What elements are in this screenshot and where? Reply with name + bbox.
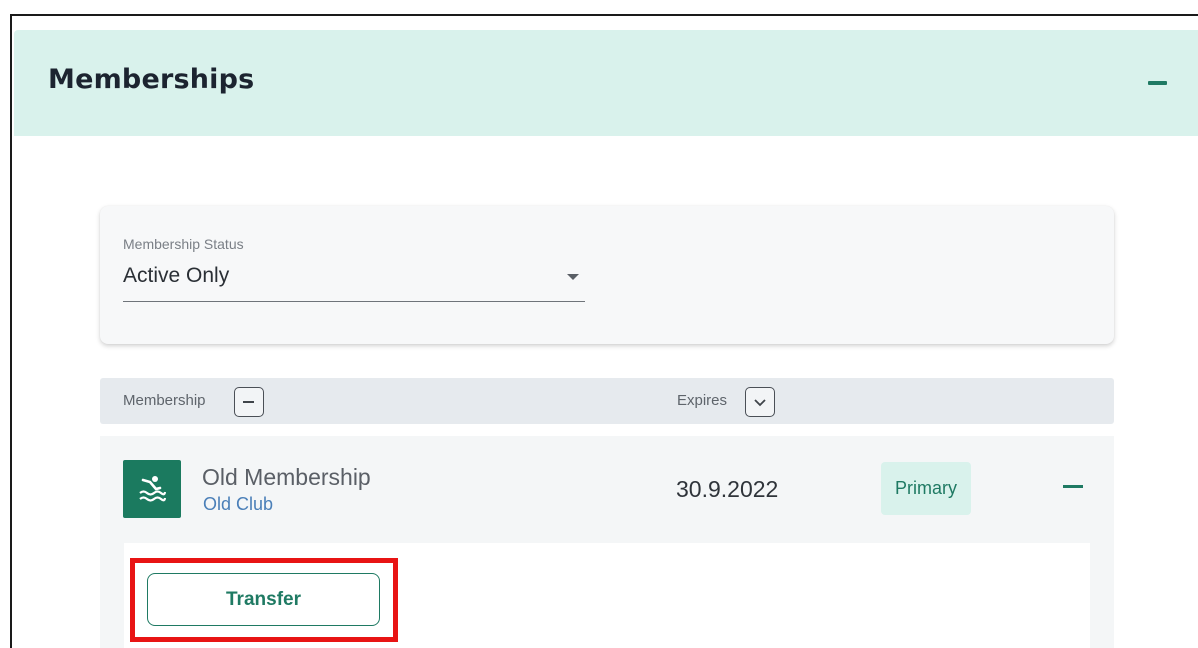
membership-status-value: Active Only [123,264,230,287]
caret-down-icon [567,274,579,280]
row-collapse-button[interactable] [1056,474,1090,500]
transfer-button[interactable]: Transfer [147,573,380,626]
membership-avatar [123,460,181,518]
minus-icon [1148,81,1167,85]
chevron-down-icon [754,399,766,407]
section-collapse-button[interactable] [1140,66,1174,100]
primary-badge: Primary [881,462,971,515]
membership-status-select[interactable]: Active Only [123,258,585,302]
expires-date: 30.9.2022 [676,476,779,502]
club-link[interactable]: Old Club [203,494,273,515]
swimming-icon [139,476,166,502]
column-header-membership: Membership [123,392,206,409]
membership-status-label: Membership Status [123,236,244,252]
minus-icon [243,401,254,403]
membership-title: Old Membership [202,464,371,490]
expires-sort-button[interactable] [745,387,775,417]
minus-icon [1063,485,1083,488]
column-header-expires: Expires [677,392,728,409]
section-title: Memberships [48,64,255,95]
membership-column-toggle-button[interactable] [234,387,264,417]
